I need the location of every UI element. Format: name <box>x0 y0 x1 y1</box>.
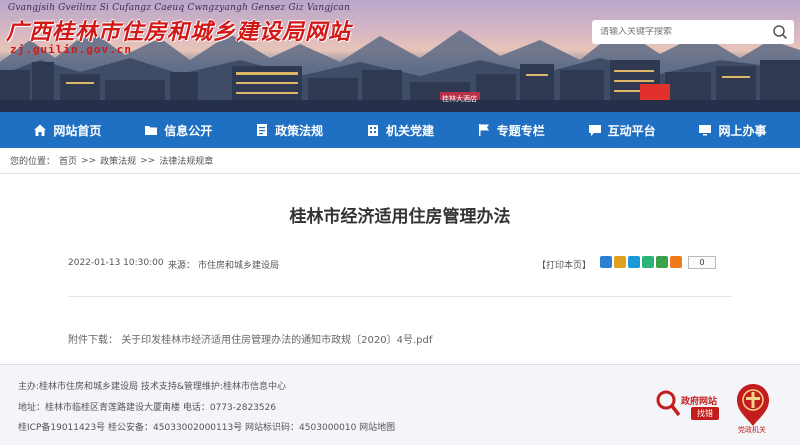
article-title: 桂林市经济适用住房管理办法 <box>289 207 511 227</box>
article: 桂林市经济适用住房管理办法 2022-01-13 10:30:00 来源： 市住… <box>0 174 800 364</box>
share-wechat-icon[interactable] <box>656 256 668 268</box>
attachment-link[interactable]: 关于印发桂林市经济适用住房管理办法的通知市政规〔2020〕4号.pdf <box>121 335 432 346</box>
share-qzone-icon[interactable] <box>600 256 612 268</box>
party-badge-label: 党政机关 <box>738 426 766 434</box>
footer: 主办:桂林市住房和城乡建设局 技术支持&管理维护:桂林市信息中心 地址：桂林市临… <box>0 364 800 445</box>
share-icons <box>600 256 682 268</box>
folder-icon <box>145 126 158 135</box>
search-icon[interactable] <box>772 24 788 40</box>
footer-address: 地址：桂林市临桂区青莲路建设大厦南楼 电话：0773-2823526 <box>18 403 277 413</box>
share-weibo-icon[interactable] <box>614 256 626 268</box>
source-value: 市住房和城乡建设局 <box>198 261 280 271</box>
magnifier-logo-icon <box>656 390 681 417</box>
breadcrumb-separator: >> <box>140 155 156 166</box>
site-banner: Gvangjsih Gveilinz Si Cufangz Caeuq Cwng… <box>0 0 800 112</box>
gov-badge-find-error[interactable]: 找错 <box>691 407 719 420</box>
gov-badge-title: 政府网站 <box>681 397 718 407</box>
footer-sponsor: 主办:桂林市住房和城乡建设局 技术支持&管理维护:桂林市信息中心 <box>18 382 286 392</box>
flag-icon <box>478 124 489 136</box>
hotel-sign: 桂林大酒店 <box>442 95 477 103</box>
nav-item-label: 信息公开 <box>164 123 213 138</box>
nav-item-label: 专题专栏 <box>496 123 545 138</box>
nav-item-special-topics[interactable]: 专题专栏 <box>477 122 545 139</box>
main-nav: 网站首页 信息公开 政策法规 机关党建 专题专栏 互动平台 网上办事 <box>0 112 800 148</box>
search-input[interactable] <box>600 27 770 37</box>
breadcrumb-policy[interactable]: 政策法规 <box>100 154 136 167</box>
home-icon <box>34 124 47 136</box>
print-page-link[interactable]: 【打印本页】 <box>537 258 591 271</box>
site-title[interactable]: 广西桂林市住房和城乡建设局网站 <box>6 14 351 46</box>
site-domain: zj.guilin.gov.cn <box>10 43 132 56</box>
breadcrumb-laws[interactable]: 法律法规规章 <box>159 154 213 167</box>
breadcrumb-prefix: 您的位置： <box>10 157 56 167</box>
nav-item-info-disclosure[interactable]: 信息公开 <box>144 122 212 139</box>
breadcrumb: 您的位置： 首页 >> 政策法规 >> 法律法规规章 <box>0 148 800 174</box>
nav-item-label: 互动平台 <box>607 123 656 138</box>
share-renren-icon[interactable] <box>628 256 640 268</box>
footer-registration[interactable]: 桂ICP备19011423号 桂公安备：45033002000113号 网站标识… <box>18 420 395 433</box>
monitor-icon <box>699 125 712 136</box>
gov-website-badge[interactable]: 政府网站 找错 <box>655 383 727 423</box>
divider <box>68 296 732 297</box>
nav-item-policy[interactable]: 政策法规 <box>255 122 323 139</box>
search-box <box>592 20 794 44</box>
party-government-badge-icon[interactable] <box>736 383 770 427</box>
nav-item-online-services[interactable]: 网上办事 <box>698 122 766 139</box>
attachment-label: 附件下载： <box>68 335 118 346</box>
nav-item-label: 网站首页 <box>53 123 102 138</box>
nav-item-label: 网上办事 <box>718 123 767 138</box>
source-label: 来源： <box>168 261 196 271</box>
site-subtitle-zhuang: Gvangjsih Gveilinz Si Cufangz Caeuq Cwng… <box>8 3 351 13</box>
nav-item-label: 政策法规 <box>275 123 324 138</box>
breadcrumb-home[interactable]: 首页 <box>59 154 77 167</box>
nav-item-home[interactable]: 网站首页 <box>33 122 101 139</box>
nav-item-party-building[interactable]: 机关党建 <box>366 122 434 139</box>
share-tencent-icon[interactable] <box>642 256 654 268</box>
breadcrumb-separator: >> <box>81 155 97 166</box>
share-count: 0 <box>688 256 716 269</box>
building-icon <box>367 125 378 136</box>
nav-item-interaction[interactable]: 互动平台 <box>588 122 656 139</box>
attachment-row: 附件下载： 关于印发桂林市经济适用住房管理办法的通知市政规〔2020〕4号.pd… <box>68 331 432 346</box>
document-icon <box>257 124 268 136</box>
chat-icon <box>588 125 601 136</box>
nav-item-label: 机关党建 <box>385 123 434 138</box>
share-more-icon[interactable] <box>670 256 682 268</box>
publish-date: 2022-01-13 10:30:00 <box>68 258 164 268</box>
